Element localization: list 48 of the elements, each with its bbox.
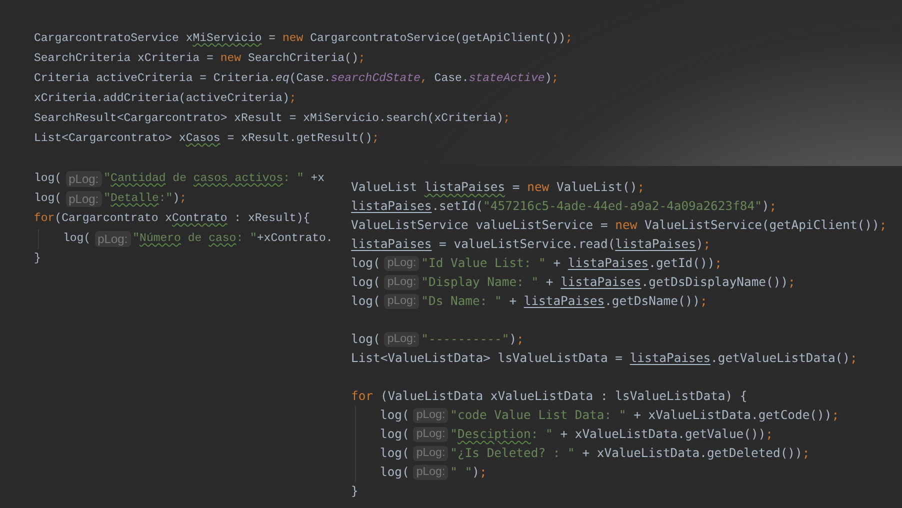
code-text: log( xyxy=(380,464,410,481)
code-text: for (ValueListData xValueListData : lsValueListData) { xyxy=(351,388,748,405)
code-text: "----------"); xyxy=(421,331,524,348)
parameter-hint: pLog: xyxy=(413,464,448,480)
parameter-hint: pLog: xyxy=(384,294,420,310)
parameter-hint: pLog: xyxy=(413,446,448,462)
parameter-hint: pLog: xyxy=(66,190,102,208)
code-text: log( xyxy=(351,274,380,291)
code-text: "Ds Name: " + listaPaises.getDsName()); xyxy=(421,293,708,310)
parameter-hint: pLog: xyxy=(384,256,420,272)
code-text: "¿Is Deleted? : " + xValueListData.getDeleted()); xyxy=(450,445,810,462)
code-text: SearchCriteria xCriteria = new SearchCriteria(); xyxy=(34,50,366,66)
code-text: xCriteria.addCriteria(activeCriteria); xyxy=(34,90,296,106)
code-text: CargarcontratoService xMiServicio = new CargarcontratoService(getApiClient()); xyxy=(34,30,572,46)
code-text: "Display Name: " + listaPaises.getDsDisplayName()); xyxy=(421,274,796,291)
code-text: log( xyxy=(34,190,62,206)
code-text: log( xyxy=(380,445,410,462)
code-text: } xyxy=(34,250,41,266)
code-text: "Cantidad de casos activos: " +x xyxy=(104,170,325,186)
code-text: "code Value List Data: " + xValueListData.getCode()); xyxy=(450,407,840,424)
code-text: log( xyxy=(351,331,380,348)
code-text: Criteria activeCriteria = Criteria.eq(Case.searchCdState, Case.stateActive); xyxy=(34,70,559,86)
code-text: log( xyxy=(63,230,91,246)
code-text: "Desciption: " + xValueListData.getValue()); xyxy=(450,426,774,443)
code-text: "Id Value List: " + listaPaises.getId()); xyxy=(421,255,722,272)
code-text: log( xyxy=(34,170,62,186)
parameter-hint: pLog: xyxy=(384,274,420,290)
code-text: log( xyxy=(380,407,410,424)
code-text: " "); xyxy=(450,464,487,481)
code-text: log( xyxy=(351,255,380,272)
code-text: } xyxy=(351,483,358,500)
parameter-hint: pLog: xyxy=(413,426,448,442)
code-text: listaPaises.setId("457216c5-4ade-44ed-a9a2-4a09a2623f84"); xyxy=(351,198,777,215)
code-text: ValueListService valueListService = new ValueListService(getApiClient()); xyxy=(351,217,887,234)
code-text: "Detalle:"); xyxy=(104,190,186,206)
parameter-hint: pLog: xyxy=(413,408,448,424)
parameter-hint: pLog: xyxy=(66,170,102,188)
code-text: listaPaises = valueListService.read(listaPaises); xyxy=(351,236,711,253)
parameter-hint: pLog: xyxy=(94,230,131,248)
code-text: SearchResult<Cargarcontrato> xResult = xMiServicio.search(xCriteria); xyxy=(34,110,510,126)
code-text: for(Cargarcontrato xContrato : xResult){ xyxy=(34,210,310,226)
code-text: List<Cargarcontrato> xCasos = xResult.getResult(); xyxy=(34,130,380,146)
parameter-hint: pLog: xyxy=(384,332,420,348)
code-text: log( xyxy=(380,426,410,443)
code-text: log( xyxy=(351,293,380,310)
code-text: List<ValueListData> lsValueListData = listaPaises.getValueListData(); xyxy=(351,350,858,367)
code-text: ValueList listaPaises = new ValueList(); xyxy=(351,179,645,196)
code-text: "Número de caso: "+xContrato. xyxy=(132,230,333,246)
